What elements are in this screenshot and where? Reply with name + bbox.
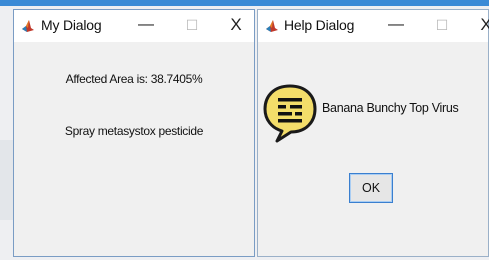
help-dialog-window: Help Dialog — ☐ X Banana Bunchy Top Viru… [257,9,489,257]
matlab-app-icon [266,20,278,32]
help-message-text: Banana Bunchy Top Virus [322,101,459,115]
my-dialog-maximize-button[interactable]: ☐ [178,13,206,37]
recommendation-text: Spray metasystox pesticide [64,124,204,138]
help-dialog-title: Help Dialog [284,17,355,33]
help-dialog-maximize-button[interactable]: ☐ [428,13,456,37]
ok-button[interactable]: OK [349,173,393,203]
my-dialog-minimize-button[interactable]: — [132,13,160,37]
help-dialog-content: Banana Bunchy Top Virus OK [258,42,488,256]
my-dialog-title: My Dialog [41,17,102,33]
help-dialog-titlebar[interactable]: Help Dialog — ☐ X [258,10,489,42]
my-dialog-close-button[interactable]: X [222,13,250,37]
matlab-app-icon [22,20,34,32]
help-speech-bubble-icon [263,84,317,143]
my-dialog-window: My Dialog — ☐ X Affected Area is: 38.740… [13,9,255,257]
affected-area-text: Affected Area is: 38.7405% [65,72,203,86]
my-dialog-titlebar[interactable]: My Dialog — ☐ X [14,10,254,42]
help-dialog-close-button[interactable]: X [472,13,489,37]
help-dialog-minimize-button[interactable]: — [382,13,410,37]
my-dialog-content: Affected Area is: 38.7405% Spray metasys… [14,42,254,256]
